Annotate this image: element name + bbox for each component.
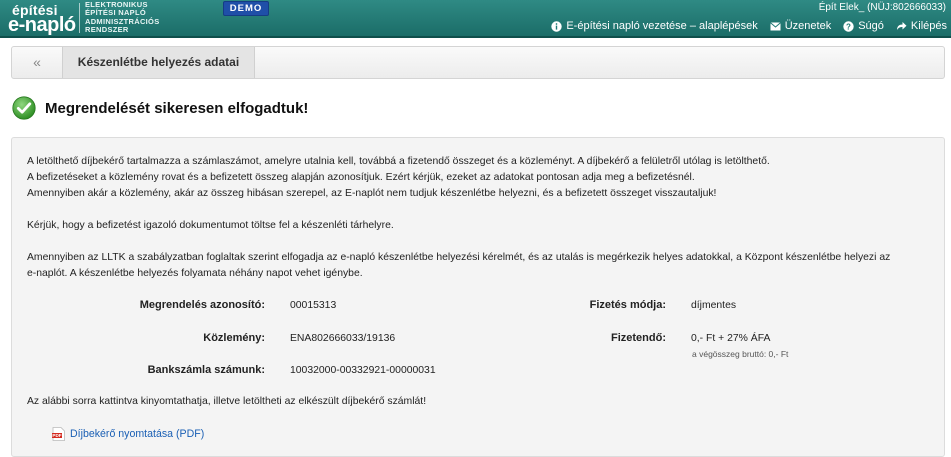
logo-line-2: e-napló bbox=[8, 14, 76, 36]
order-id-value: 00015313 bbox=[290, 300, 337, 311]
system-name: ELEKTRONIKUS ÉPÍTÉSI NAPLÓ ADMINISZTRÁCI… bbox=[85, 0, 195, 35]
success-banner: Megrendelését sikeresen elfogadtuk! bbox=[12, 96, 308, 120]
payment-method-value: díjmentes bbox=[691, 300, 737, 311]
info-text: A befizetéseket a közlemény rovat és a b… bbox=[27, 172, 695, 183]
pdf-download-label: Díjbekérő nyomtatása (PDF) bbox=[70, 428, 205, 440]
nav-help-link[interactable]: ? Súgó bbox=[843, 20, 884, 32]
download-hint: Az alábbi sorra kattintva kinyomtathatja… bbox=[27, 396, 427, 407]
nav-messages-link[interactable]: Üzenetek bbox=[769, 20, 832, 32]
pdf-download-link[interactable]: PDF Díjbekérő nyomtatása (PDF) bbox=[52, 427, 204, 441]
info-text: A letölthető díjbekérő tartalmazza a szá… bbox=[27, 156, 770, 167]
user-info: Épít Elek_ (NÜJ:802666033) bbox=[818, 2, 946, 13]
svg-text:?: ? bbox=[846, 22, 851, 31]
logout-arrow-icon bbox=[896, 21, 907, 32]
envelope-icon bbox=[769, 21, 781, 32]
reference-value: ENA802666033/19136 bbox=[290, 333, 396, 344]
breadcrumb-back-button[interactable]: « bbox=[12, 47, 62, 78]
top-navigation: E-építési napló vezetése – alaplépések Ü… bbox=[551, 20, 947, 32]
nav-guide-label: E-építési napló vezetése – alaplépések bbox=[566, 20, 758, 32]
nav-messages-label: Üzenetek bbox=[784, 20, 832, 32]
top-bar: építési e-napló ELEKTRONIKUS ÉPÍTÉSI NAP… bbox=[0, 0, 951, 38]
nav-logout-link[interactable]: Kilépés bbox=[896, 20, 947, 32]
bank-account-label: Bankszámla számunk: bbox=[147, 364, 265, 376]
nav-logout-label: Kilépés bbox=[910, 20, 947, 32]
info-text: Kérjük, hogy a befizetést igazoló dokume… bbox=[27, 220, 394, 231]
bank-account-value: 10032000-00332921-00000031 bbox=[290, 365, 436, 376]
logo-divider bbox=[79, 3, 80, 33]
pdf-icon-text: PDF bbox=[52, 433, 61, 438]
amount-label: Fizetendő: bbox=[611, 332, 666, 344]
info-text: Amennyiben akár a közlemény, akár az öss… bbox=[27, 188, 717, 199]
info-text: e-naplót. A készenlétbe helyezés folyama… bbox=[27, 268, 363, 279]
breadcrumb: « Készenlétbe helyezés adatai bbox=[11, 46, 945, 79]
success-message: Megrendelését sikeresen elfogadtuk! bbox=[45, 99, 309, 117]
amount-gross-note: a végösszeg bruttó: 0,- Ft bbox=[692, 349, 789, 359]
order-info-panel: A letölthető díjbekérő tartalmazza a szá… bbox=[11, 137, 945, 457]
breadcrumb-current: Készenlétbe helyezés adatai bbox=[62, 47, 255, 78]
nav-guide-link[interactable]: E-építési napló vezetése – alaplépések bbox=[551, 20, 758, 32]
nav-help-label: Súgó bbox=[858, 20, 884, 32]
demo-badge: DEMO bbox=[223, 1, 269, 16]
system-name-line: RENDSZER bbox=[85, 25, 129, 35]
info-text: Amennyiben az LLTK a szabályzatban fogla… bbox=[27, 252, 891, 263]
reference-label: Közlemény: bbox=[203, 332, 265, 344]
question-icon: ? bbox=[843, 20, 854, 32]
amount-value: 0,- Ft + 27% ÁFA bbox=[691, 333, 771, 344]
order-id-label: Megrendelés azonosító: bbox=[139, 299, 265, 311]
success-check-icon bbox=[12, 96, 36, 120]
app-logo[interactable]: építési e-napló bbox=[8, 1, 76, 36]
info-icon bbox=[551, 20, 563, 32]
payment-method-label: Fizetés módja: bbox=[589, 299, 666, 311]
pdf-file-icon: PDF bbox=[52, 427, 65, 441]
